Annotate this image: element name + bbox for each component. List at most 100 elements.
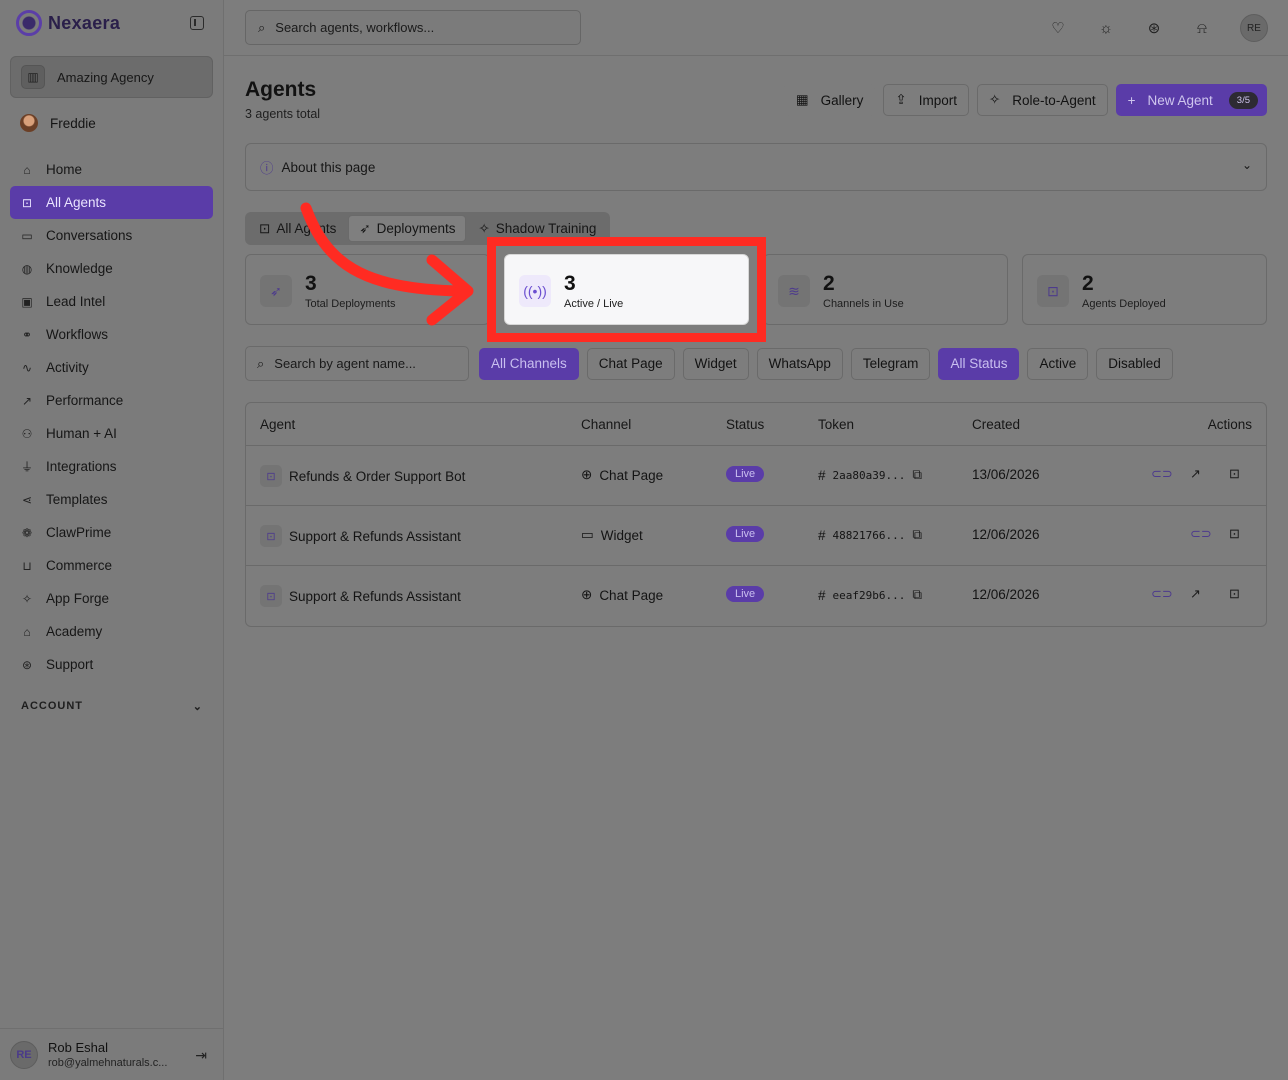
trend-icon: ↗ — [21, 393, 33, 408]
channel-name: Chat Page — [599, 467, 664, 483]
bot-icon: ⊡ — [259, 220, 271, 236]
brand-logo[interactable]: Nexaera — [16, 10, 120, 36]
sidebar-item-activity[interactable]: ∿ Activity — [10, 351, 213, 384]
table-header: Agent Channel Status Token Created Actio… — [246, 403, 1266, 446]
bell-icon[interactable]: ⍾ — [1192, 18, 1212, 38]
sidebar-item-commerce[interactable]: ⊔ Commerce — [10, 549, 213, 582]
column-header-token[interactable]: Token — [818, 417, 854, 432]
sidebar-item-home[interactable]: ⌂ Home — [10, 153, 213, 186]
footer-user-email: rob@yalmehnaturals.c... — [48, 1057, 168, 1069]
contact-icon: ▣ — [21, 294, 33, 309]
tab-label: Shadow Training — [495, 221, 597, 236]
filter-widget[interactable]: Widget — [682, 347, 749, 380]
layers-icon: ≋ — [778, 275, 810, 307]
sun-icon[interactable]: ☼ — [1096, 18, 1116, 38]
account-label: ACCOUNT — [21, 700, 83, 712]
logo-icon — [16, 10, 42, 36]
column-header-channel[interactable]: Channel — [581, 417, 631, 432]
external-link-icon[interactable]: ↗ — [1190, 466, 1201, 482]
sidebar-item-label: Activity — [46, 360, 89, 375]
table-row[interactable]: ⊡ Support & Refunds Assistant ⊕ Chat Page … — [246, 566, 1266, 626]
sidebar-item-app-forge[interactable]: ✧ App Forge — [10, 582, 213, 615]
sidebar-item-academy[interactable]: ⌂ Academy — [10, 615, 213, 648]
hash-icon: # — [818, 467, 826, 483]
column-header-agent[interactable]: Agent — [260, 417, 295, 432]
import-button[interactable]: ⇪ Import — [883, 84, 969, 116]
filter-whatsapp[interactable]: WhatsApp — [756, 347, 843, 380]
org-name: Amazing Agency — [57, 69, 154, 85]
sidebar-item-human-ai[interactable]: ⚇ Human + AI — [10, 417, 213, 450]
sidebar-item-lead-intel[interactable]: ▣ Lead Intel — [10, 285, 213, 318]
sidebar-item-label: Integrations — [46, 459, 117, 474]
sidebar-item-all-agents[interactable]: ⊡ All Agents — [10, 186, 213, 219]
current-user[interactable]: Freddie — [20, 114, 96, 132]
stat-label: Agents Deployed — [1082, 298, 1166, 310]
toggle-icon[interactable]: ⊂⊃ — [1190, 526, 1212, 542]
sidebar-item-label: ClawPrime — [46, 525, 112, 540]
lifebuoy-icon: ⊛ — [21, 657, 33, 672]
search-placeholder: Search by agent name... — [274, 356, 416, 371]
lifebuoy-icon[interactable]: ⊛ — [1144, 18, 1164, 38]
hash-icon: # — [818, 587, 826, 603]
bot-icon[interactable]: ⊡ — [1229, 466, 1240, 482]
toggle-icon[interactable]: ⊂⊃ — [1151, 466, 1173, 482]
plug-icon: ⏚ — [20, 460, 33, 474]
activity-icon: ∿ — [21, 360, 33, 375]
table-row[interactable]: ⊡ Support & Refunds Assistant ▭ Widget Liv… — [246, 506, 1266, 566]
about-label: About this page — [281, 159, 376, 175]
sidebar-item-clawprime[interactable]: ❁ ClawPrime — [10, 516, 213, 549]
copy-icon[interactable]: ⧉ — [912, 527, 922, 543]
table-row[interactable]: ⊡ Refunds & Order Support Bot ⊕ Chat Page … — [246, 446, 1266, 506]
column-header-status[interactable]: Status — [726, 417, 764, 432]
filter-all-channels[interactable]: All Channels — [479, 347, 579, 380]
channel-name: Chat Page — [599, 587, 664, 603]
agent-quota-badge: 3/5 — [1228, 91, 1258, 109]
filter-disabled[interactable]: Disabled — [1096, 347, 1173, 380]
stat-card-channels-in-use: ≋ 2 Channels in Use — [763, 254, 1008, 325]
token-value: eeaf29b6... — [832, 588, 906, 602]
account-section-toggle[interactable]: ACCOUNT ⌄ — [21, 700, 203, 713]
toggle-icon[interactable]: ⊂⊃ — [1151, 586, 1173, 602]
column-header-created[interactable]: Created — [972, 417, 1020, 432]
logout-icon[interactable]: ⇥ — [195, 1047, 207, 1064]
bot-icon: ⊡ — [260, 525, 282, 547]
filter-active[interactable]: Active — [1027, 347, 1089, 380]
gallery-button[interactable]: ▦ Gallery — [783, 84, 876, 116]
page-subtitle: 3 agents total — [245, 107, 321, 121]
about-page-accordion[interactable]: ⓘ About this page ⌄ — [245, 143, 1267, 191]
bot-icon[interactable]: ⊡ — [1229, 526, 1240, 542]
sidebar-item-label: Academy — [46, 624, 103, 639]
avatar[interactable]: RE — [10, 1040, 38, 1069]
role-to-agent-button[interactable]: ✧ Role-to-Agent — [976, 84, 1108, 116]
global-search-input[interactable]: ⌕ Search agents, workflows... — [245, 10, 581, 45]
bot-icon: ⊡ — [260, 465, 282, 487]
sidebar-item-conversations[interactable]: ▭ Conversations — [10, 219, 213, 252]
search-placeholder: Search agents, workflows... — [275, 20, 435, 35]
external-link-icon[interactable]: ↗ — [1190, 586, 1201, 602]
avatar[interactable]: RE — [1240, 14, 1268, 42]
bot-icon: ⊡ — [1037, 275, 1069, 307]
copy-icon[interactable]: ⧉ — [912, 467, 922, 483]
new-agent-button[interactable]: + New Agent 3/5 — [1115, 84, 1267, 116]
org-switcher[interactable]: ▥ Amazing Agency — [10, 56, 213, 98]
status-badge: Live — [726, 526, 765, 542]
sidebar-item-workflows[interactable]: ⚭ Workflows — [10, 318, 213, 351]
heart-icon[interactable]: ♡ — [1048, 18, 1068, 38]
sidebar-item-integrations[interactable]: ⏚ Integrations — [10, 450, 213, 483]
sidebar-item-support[interactable]: ⊛ Support — [10, 648, 213, 681]
column-header-actions: Actions — [1207, 417, 1252, 432]
bot-icon[interactable]: ⊡ — [1229, 586, 1240, 602]
filter-all-status[interactable]: All Status — [938, 347, 1020, 380]
agent-search-input[interactable]: ⌕ Search by agent name... — [245, 346, 469, 381]
sidebar-item-performance[interactable]: ↗ Performance — [10, 384, 213, 417]
highlight-callout-box — [487, 237, 766, 342]
filter-telegram[interactable]: Telegram — [850, 347, 931, 380]
created-date: 12/06/2026 — [972, 527, 1040, 542]
filter-chat-page[interactable]: Chat Page — [586, 347, 675, 380]
sidebar-item-templates[interactable]: ⋖ Templates — [10, 483, 213, 516]
sidebar-item-knowledge[interactable]: ◍ Knowledge — [10, 252, 213, 285]
sidebar-collapse-icon[interactable] — [190, 16, 204, 30]
user-name: Freddie — [50, 115, 96, 131]
copy-icon[interactable]: ⧉ — [912, 587, 922, 603]
bot-icon: ⊡ — [21, 195, 33, 210]
